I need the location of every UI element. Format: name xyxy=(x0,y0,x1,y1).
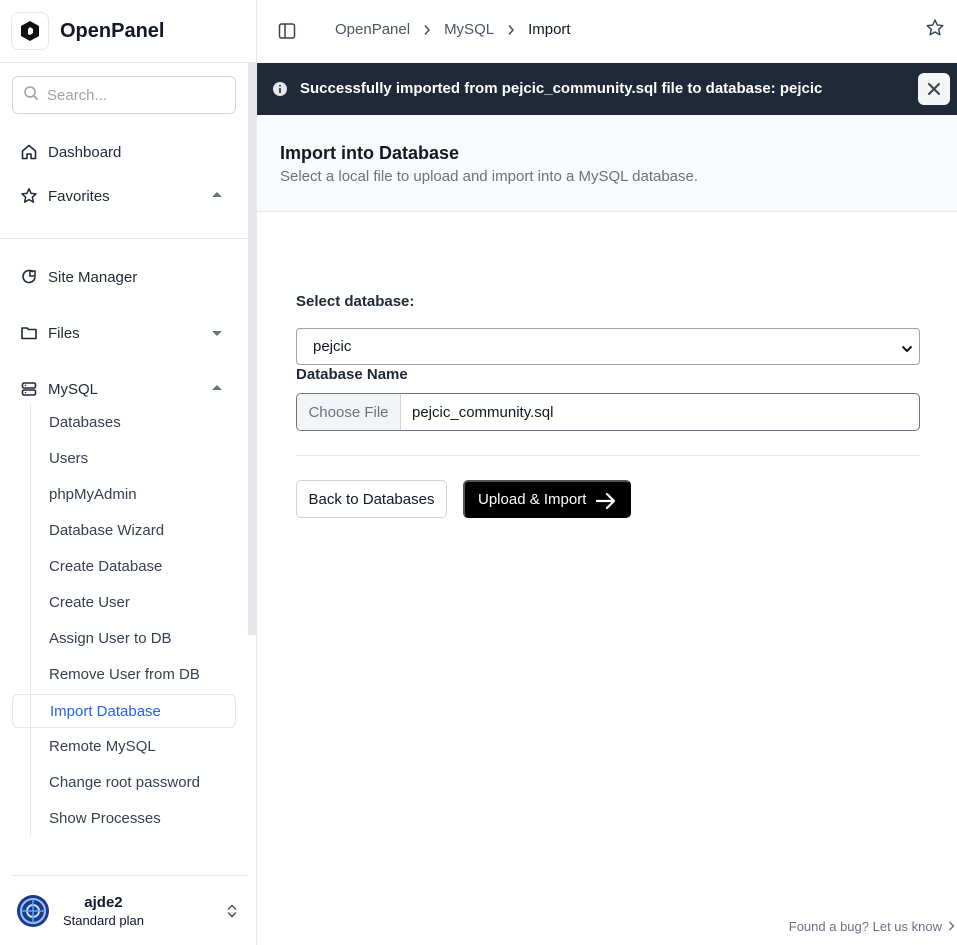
user-menu[interactable]: ajde2 Standard plan xyxy=(12,875,248,945)
sidebar-item-label: Dashboard xyxy=(48,143,122,161)
breadcrumb-mysql[interactable]: MySQL xyxy=(444,21,494,38)
sidebar-subitem-change-root-password[interactable]: Change root password xyxy=(12,765,236,799)
chevron-right-icon xyxy=(948,919,955,934)
sidebar-subitem-databases[interactable]: Databases xyxy=(12,405,236,439)
search-box[interactable] xyxy=(12,76,236,114)
sidebar: OpenPanel Dashboard Favorites Site Manag… xyxy=(0,0,257,945)
upload-import-label: Upload & Import xyxy=(478,490,587,508)
info-icon xyxy=(273,82,287,101)
breadcrumb-current: Import xyxy=(528,21,571,38)
breadcrumb: OpenPanel MySQL Import xyxy=(335,21,571,38)
file-input[interactable]: Choose File pejcic_community.sql xyxy=(296,393,920,431)
folder-icon xyxy=(20,324,38,342)
sidebar-item-label: Files xyxy=(48,324,80,342)
sidebar-subitem-show-processes[interactable]: Show Processes xyxy=(12,801,236,835)
user-info: ajde2 Standard plan xyxy=(63,894,144,928)
sidebar-item-favorites[interactable]: Favorites xyxy=(12,179,236,213)
sidebar-item-label: Site Manager xyxy=(48,268,138,286)
brand-name[interactable]: OpenPanel xyxy=(60,20,164,43)
sidebar-subitem-create-user[interactable]: Create User xyxy=(12,585,236,619)
user-plan: Standard plan xyxy=(63,912,144,928)
sidebar-item-files[interactable]: Files xyxy=(12,316,236,350)
database-name-label: Database Name xyxy=(296,366,408,383)
sidebar-item-label: Favorites xyxy=(48,187,110,205)
page-title: Import into Database xyxy=(280,143,460,163)
topbar: OpenPanel MySQL Import xyxy=(257,0,957,63)
alert-message: Successfully imported from pejcic_commun… xyxy=(300,80,823,97)
sidebar-item-mysql[interactable]: MySQL xyxy=(12,372,236,406)
bug-report-text: Found a bug? Let us know xyxy=(788,919,942,934)
bug-report-link[interactable]: Found a bug? Let us know xyxy=(789,919,955,934)
sidebar-item-label: MySQL xyxy=(48,380,99,398)
chevron-up-icon xyxy=(212,192,222,197)
search-icon xyxy=(23,85,39,106)
chevron-down-icon xyxy=(901,341,913,358)
choose-file-button[interactable]: Choose File xyxy=(297,394,401,430)
sidebar-scrollbar[interactable] xyxy=(248,63,256,635)
sidebar-subitem-database-wizard[interactable]: Database Wizard xyxy=(12,513,236,547)
form-divider xyxy=(296,455,920,456)
site-manager-icon xyxy=(20,268,38,286)
selected-database: pejcic xyxy=(313,338,352,355)
sidebar-item-site-manager[interactable]: Site Manager xyxy=(12,260,236,294)
close-icon[interactable] xyxy=(918,73,950,105)
sidebar-subitem-create-database[interactable]: Create Database xyxy=(12,549,236,583)
back-to-databases-button[interactable]: Back to Databases xyxy=(296,480,447,518)
sidebar-subitem-import-database[interactable]: Import Database xyxy=(12,694,236,728)
chevron-right-icon xyxy=(507,24,515,36)
avatar xyxy=(17,894,49,927)
chevron-down-icon xyxy=(212,331,222,336)
page-subtitle: Select a local file to upload and import… xyxy=(280,168,699,185)
breadcrumb-openpanel[interactable]: OpenPanel xyxy=(335,21,410,38)
favorite-star-icon[interactable] xyxy=(925,18,945,43)
page-header: Import into Database Select a local file… xyxy=(257,115,957,212)
sidebar-subitem-phpmyadmin[interactable]: phpMyAdmin xyxy=(12,477,236,511)
database-icon xyxy=(20,380,38,398)
chevron-up-icon xyxy=(212,385,222,390)
upload-import-button[interactable]: Upload & Import xyxy=(463,480,631,518)
sidebar-subitem-remove-user[interactable]: Remove User from DB xyxy=(12,657,236,691)
database-select[interactable]: pejcic xyxy=(296,328,920,365)
sidebar-divider xyxy=(0,238,248,239)
brand: OpenPanel xyxy=(0,0,256,63)
user-name: ajde2 xyxy=(84,893,123,911)
select-database-label: Select database: xyxy=(296,293,415,310)
chevrons-up-down-icon[interactable] xyxy=(226,903,238,924)
chevron-right-icon xyxy=(423,24,431,36)
search-input[interactable] xyxy=(47,86,217,104)
arrow-right-icon xyxy=(595,492,616,514)
sidebar-toggle-icon[interactable] xyxy=(278,22,296,45)
success-alert: Successfully imported from pejcic_commun… xyxy=(257,63,957,115)
sidebar-item-dashboard[interactable]: Dashboard xyxy=(12,135,236,169)
selected-file-name: pejcic_community.sql xyxy=(412,403,554,421)
home-icon xyxy=(20,143,38,161)
star-icon xyxy=(20,187,38,205)
sidebar-subitem-remote-mysql[interactable]: Remote MySQL xyxy=(12,729,236,763)
sidebar-subitem-assign-user[interactable]: Assign User to DB xyxy=(12,621,236,655)
openpanel-logo-icon[interactable] xyxy=(11,12,49,50)
sidebar-subitem-users[interactable]: Users xyxy=(12,441,236,475)
